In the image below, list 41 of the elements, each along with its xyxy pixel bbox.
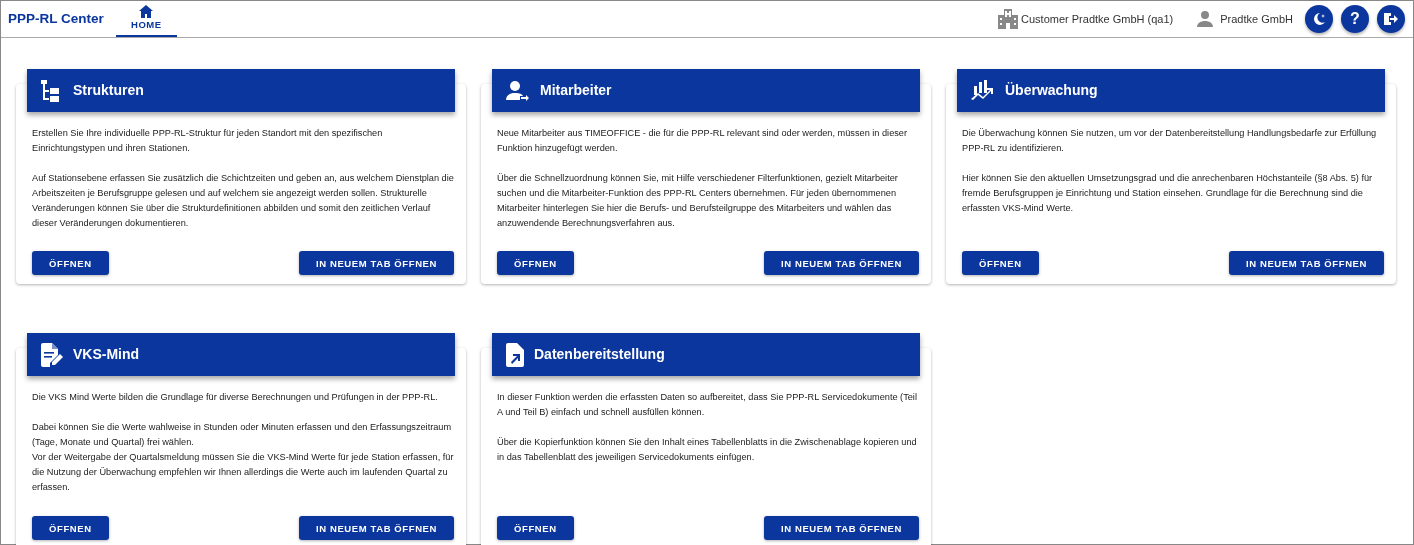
person-arrow-icon [506, 79, 530, 102]
logout-icon [1384, 12, 1398, 26]
document-edit-icon [41, 342, 63, 367]
building-icon [998, 9, 1019, 29]
description-text: Erstellen Sie Ihre individuelle PPP-RL-Struktur für jeden Standort mit den spezifischen Einrichtungstypen und ihren Stationen. [32, 127, 384, 155]
description-text: Hier können Sie den aktuellen Umsetzungsgrad und die anrechenbaren Höchstanteile (§8 Abs. 5) für fremde Berufsgruppen je Einrichtung und Station einsehen. Grundlage für die Berechnung sind die erfassten VKS-Mind Werte. [962, 172, 1374, 215]
theme-toggle-button[interactable] [1305, 5, 1333, 33]
open-button[interactable]: ÖFFNEN [497, 251, 574, 275]
open-button[interactable]: ÖFFNEN [962, 251, 1039, 275]
open-button[interactable]: ÖFFNEN [32, 516, 109, 540]
card-title: Strukturen [73, 82, 144, 99]
user-icon [1197, 11, 1214, 27]
open-in-new-tab-button[interactable]: IN NEUEM TAB ÖFFNEN [299, 251, 454, 275]
open-button[interactable]: ÖFFNEN [32, 251, 109, 275]
card-title: Datenbereitstellung [534, 346, 665, 363]
description-text: Über die Schnellzuordnung können Sie, mit Hilfe verschiedener Filterfunktionen, gezielt Mitarbeiter suchen und die Mitarbeiter-Funktion des PPP-RL Centers übernehmen. Für jeden übernommenen Mitarbeiter hinterlegen Sie hier die Berufs- und Berufsteilgruppe des Mitarbeiters und wählen das anzuwendende Berechnungsverfahren aus. [497, 172, 899, 230]
user-name: Pradtke GmbH [1220, 11, 1293, 27]
card-title: Mitarbeiter [540, 82, 612, 99]
moon-icon [1312, 12, 1326, 26]
description-text: Die VKS Mind Werte bilden die Grundlage für diverse Berechnungen und Prüfungen in der PPP-RL. [32, 391, 439, 404]
document-arrow-icon [506, 342, 524, 367]
card-title: Überwachung [1005, 82, 1098, 99]
open-button[interactable]: ÖFFNEN [497, 516, 574, 540]
app-title: PPP-RL Center [8, 9, 104, 28]
description-text: In dieser Funktion werden die erfassten Daten so aufbereitet, dass Sie PPP-RL Servicedokumente (Teil A und Teil B) einfach und schnell ausfüllen können. [497, 391, 918, 419]
card-title: VKS-Mind [73, 346, 140, 363]
logout-button[interactable] [1377, 5, 1405, 33]
open-in-new-tab-button[interactable]: IN NEUEM TAB ÖFFNEN [764, 251, 919, 275]
description-text: Die Überwachung können Sie nutzen, um vor der Datenbereitstellung Handlungsbedarfe zur Erfüllung PPP-RL zu identifizieren. [962, 127, 1378, 155]
help-button[interactable]: ? [1341, 5, 1369, 33]
description-text: Dabei können Sie die Werte wahlweise in Stunden oder Minuten erfassen und den Erfassungszeitraum (Tage, Monate und Quartal) frei wählen. Vor der Weitergabe der Quartalsmeldung müssen Sie die VKS-Mind Werte für jede Station erfassen, für die Nutzung der Überwachung empfehlen wir Ihnen allerdings die Werte auch im laufenden Quartal zu erfassen. [32, 421, 454, 494]
description-text: Auf Stationsebene erfassen Sie zusätzlich die Schichtzeiten und geben an, aus welchem Dienstplan die Arbeitszeiten je Berufsgruppe gelesen und auf welchem sie angezeigt werden sollen. Strukturelle Veränderungen können Sie über die Strukturdefinitionen abbilden und somit den zeitlichen Verlauf dieser Veränderungen dokumentieren. [32, 172, 454, 230]
open-in-new-tab-button[interactable]: IN NEUEM TAB ÖFFNEN [764, 516, 919, 540]
home-icon [139, 4, 154, 18]
description-text: Neue Mitarbeiter aus TIMEOFFICE - die für die PPP-RL relevant sind oder werden, müssen in dieser Funktion hinzugefügt werden. [497, 127, 909, 155]
open-in-new-tab-button[interactable]: IN NEUEM TAB ÖFFNEN [299, 516, 454, 540]
open-in-new-tab-button[interactable]: IN NEUEM TAB ÖFFNEN [1229, 251, 1384, 275]
description-text: Über die Kopierfunktion können Sie den Inhalt eines Tabellenblatts in die Zwischenablage kopieren und in das Tabellenblatt des jeweiligen Servicedokuments einfügen. [497, 436, 918, 464]
chart-trend-icon [971, 79, 995, 102]
customer-name: Customer Pradtke GmbH (qa1) [1021, 11, 1174, 27]
nav-tab[interactable]: HOME [115, 1, 177, 37]
